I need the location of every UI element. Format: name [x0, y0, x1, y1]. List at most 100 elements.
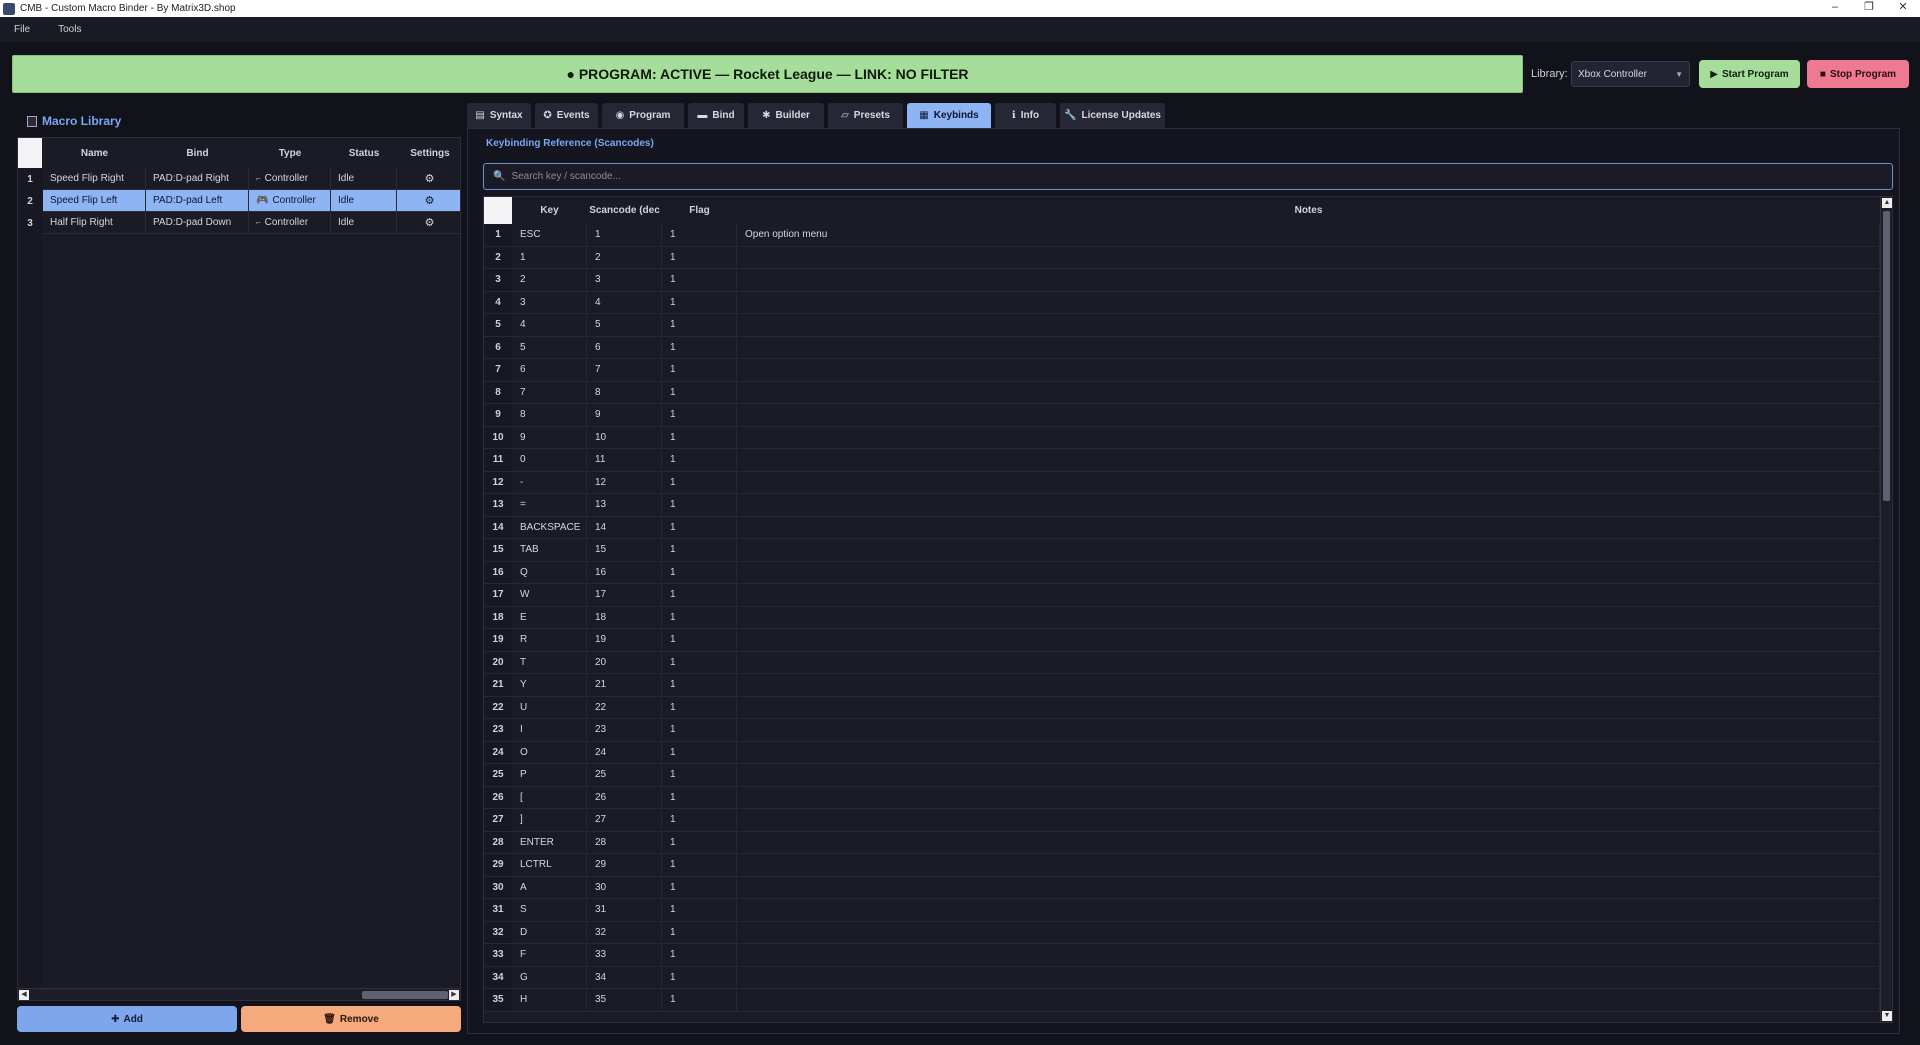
col-header-bind[interactable]: Bind: [146, 138, 249, 168]
row-number[interactable]: 23: [484, 719, 512, 741]
key-cell[interactable]: 1: [512, 246, 587, 268]
scancode-cell[interactable]: 31: [587, 899, 662, 921]
table-row[interactable]: 35 H 35 1: [484, 989, 1880, 1012]
row-number[interactable]: 30: [484, 876, 512, 898]
table-row[interactable]: 14 BACKSPACE 14 1: [484, 516, 1880, 539]
col-header-settings[interactable]: Settings: [397, 138, 460, 168]
scancode-cell[interactable]: 25: [587, 764, 662, 786]
row-number[interactable]: 20: [484, 651, 512, 673]
scroll-down-icon[interactable]: ▼: [1882, 1011, 1892, 1021]
flag-cell[interactable]: 1: [662, 381, 737, 403]
table-row[interactable]: 23 I 23 1: [484, 719, 1880, 742]
key-cell[interactable]: T: [512, 651, 587, 673]
key-cell[interactable]: 5: [512, 336, 587, 358]
flag-cell[interactable]: 1: [662, 584, 737, 606]
key-cell[interactable]: A: [512, 876, 587, 898]
flag-cell[interactable]: 1: [662, 269, 737, 291]
gear-icon[interactable]: ⚙: [397, 212, 460, 233]
scancode-cell[interactable]: 33: [587, 944, 662, 966]
table-row[interactable]: 18 E 18 1: [484, 606, 1880, 629]
col-header-type[interactable]: Type: [249, 138, 331, 168]
menu-file[interactable]: File: [0, 24, 44, 35]
scancode-cell[interactable]: 26: [587, 786, 662, 808]
scancode-cell[interactable]: 34: [587, 966, 662, 988]
flag-cell[interactable]: 1: [662, 494, 737, 516]
key-cell[interactable]: ENTER: [512, 831, 587, 853]
notes-cell[interactable]: [737, 966, 1880, 988]
row-number[interactable]: 25: [484, 764, 512, 786]
flag-cell[interactable]: 1: [662, 314, 737, 336]
scancode-cell[interactable]: 3: [587, 269, 662, 291]
flag-cell[interactable]: 1: [662, 471, 737, 493]
scancode-cell[interactable]: 17: [587, 584, 662, 606]
row-number[interactable]: 27: [484, 809, 512, 831]
key-cell[interactable]: 8: [512, 404, 587, 426]
notes-cell[interactable]: [737, 651, 1880, 673]
notes-cell[interactable]: [737, 764, 1880, 786]
key-cell[interactable]: ]: [512, 809, 587, 831]
start-program-button[interactable]: ▶ Start Program: [1699, 60, 1800, 88]
table-row[interactable]: 7671: [484, 359, 1880, 382]
key-cell[interactable]: E: [512, 606, 587, 628]
table-row[interactable]: 13 = 13 1: [484, 494, 1880, 517]
macro-type-cell[interactable]: ⌐ Controller: [249, 212, 331, 233]
row-number[interactable]: 21: [484, 674, 512, 696]
col-header-name[interactable]: Name: [43, 138, 146, 168]
notes-cell[interactable]: [737, 854, 1880, 876]
stop-program-button[interactable]: ■ Stop Program: [1807, 60, 1909, 88]
table-row[interactable]: 4341: [484, 291, 1880, 314]
key-cell[interactable]: O: [512, 741, 587, 763]
col-header-flag[interactable]: Flag: [662, 197, 737, 224]
key-cell[interactable]: W: [512, 584, 587, 606]
notes-cell[interactable]: [737, 314, 1880, 336]
notes-cell[interactable]: [737, 494, 1880, 516]
scancode-cell[interactable]: 10: [587, 426, 662, 448]
scancode-cell[interactable]: 4: [587, 291, 662, 313]
table-row[interactable]: 6561: [484, 336, 1880, 359]
flag-cell[interactable]: 1: [662, 989, 737, 1011]
key-cell[interactable]: [: [512, 786, 587, 808]
flag-cell[interactable]: 1: [662, 336, 737, 358]
key-cell[interactable]: 4: [512, 314, 587, 336]
table-row[interactable]: 9891: [484, 404, 1880, 427]
key-cell[interactable]: =: [512, 494, 587, 516]
table-row[interactable]: 28 ENTER 28 1: [484, 831, 1880, 854]
key-cell[interactable]: G: [512, 966, 587, 988]
col-header-notes[interactable]: Notes: [737, 197, 1880, 224]
macro-status-cell[interactable]: Idle: [331, 190, 397, 211]
row-number[interactable]: 31: [484, 899, 512, 921]
key-cell[interactable]: Y: [512, 674, 587, 696]
row-number[interactable]: 19: [484, 629, 512, 651]
notes-cell[interactable]: [737, 336, 1880, 358]
table-corner[interactable]: [484, 197, 512, 224]
macro-bind-cell[interactable]: PAD:D-pad Right: [146, 168, 249, 189]
scancode-cell[interactable]: 2: [587, 246, 662, 268]
key-cell[interactable]: F: [512, 944, 587, 966]
row-number[interactable]: 3: [484, 269, 512, 291]
row-number[interactable]: 12: [484, 471, 512, 493]
table-row[interactable]: 12-12 1: [484, 471, 1880, 494]
key-cell[interactable]: H: [512, 989, 587, 1011]
scancode-cell[interactable]: 22: [587, 696, 662, 718]
table-row[interactable]: 5451: [484, 314, 1880, 337]
row-number[interactable]: 32: [484, 921, 512, 943]
flag-cell[interactable]: 1: [662, 629, 737, 651]
table-row[interactable]: Speed Flip Right PAD:D-pad Right ⌐ Controll…: [43, 168, 460, 190]
library-select[interactable]: Xbox Controller ▼: [1571, 61, 1690, 87]
notes-cell[interactable]: [737, 584, 1880, 606]
tab-keybinds[interactable]: ▦ Keybinds: [907, 103, 991, 128]
remove-macro-button[interactable]: 🗑 Remove: [241, 1006, 461, 1032]
flag-cell[interactable]: 1: [662, 516, 737, 538]
vertical-scrollbar[interactable]: ▲ ▼: [1880, 197, 1892, 1022]
flag-cell[interactable]: 1: [662, 674, 737, 696]
scroll-up-icon[interactable]: ▲: [1882, 198, 1892, 208]
scancode-cell[interactable]: 24: [587, 741, 662, 763]
table-row[interactable]: 29 LCTRL 29 1: [484, 854, 1880, 877]
flag-cell[interactable]: 1: [662, 359, 737, 381]
key-cell[interactable]: ESC: [512, 224, 587, 246]
row-number[interactable]: 4: [484, 291, 512, 313]
tab-syntax[interactable]: ▤ Syntax: [467, 103, 531, 128]
table-row[interactable]: 3231: [484, 269, 1880, 292]
key-cell[interactable]: R: [512, 629, 587, 651]
row-number[interactable]: 15: [484, 539, 512, 561]
